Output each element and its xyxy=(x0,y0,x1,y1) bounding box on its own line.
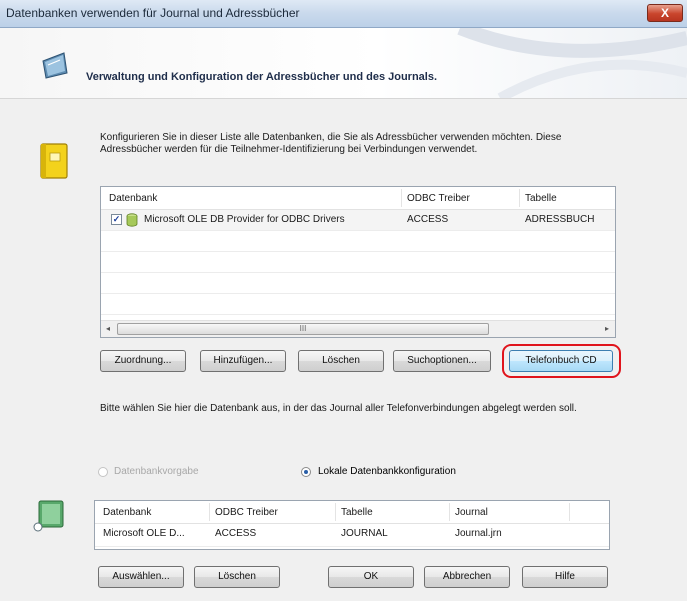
empty-row xyxy=(101,252,615,273)
scroll-right-icon[interactable]: ▸ xyxy=(605,324,609,333)
column-separator[interactable] xyxy=(449,503,450,521)
window-title: Datenbanken verwenden für Journal und Ad… xyxy=(6,6,300,20)
column-separator[interactable] xyxy=(569,503,570,521)
addressbook-list[interactable]: Datenbank ODBC Treiber Tabelle ✓ Microso… xyxy=(100,186,616,338)
database-icon xyxy=(126,213,138,227)
title-bar: Datenbanken verwenden für Journal und Ad… xyxy=(0,0,687,28)
row-checkbox[interactable]: ✓ xyxy=(111,214,122,225)
cell-tabelle: JOURNAL xyxy=(341,528,388,539)
book-icon xyxy=(40,143,68,179)
empty-row xyxy=(101,294,615,315)
radio-local-config[interactable] xyxy=(301,467,311,477)
close-icon: X xyxy=(660,6,669,20)
radio-database-default-label: Datenbankvorgabe xyxy=(114,466,199,477)
cell-journal: Journal.jrn xyxy=(455,528,502,539)
cell-datenbank: Microsoft OLE DB Provider for ODBC Drive… xyxy=(144,214,345,225)
select-button[interactable]: Auswählen... xyxy=(98,566,184,588)
close-button[interactable]: X xyxy=(647,4,683,22)
list-header: Datenbank ODBC Treiber Tabelle xyxy=(101,187,615,210)
radio-local-config-label: Lokale Datenbankkonfiguration xyxy=(318,466,456,477)
journal-table[interactable]: Datenbank ODBC Treiber Tabelle Journal M… xyxy=(94,500,610,550)
delete-button[interactable]: Löschen xyxy=(298,350,384,372)
column-header-datenbank[interactable]: Datenbank xyxy=(103,507,151,518)
grip-icon: III xyxy=(299,324,307,333)
table-row[interactable]: Microsoft OLE D... ACCESS JOURNAL Journa… xyxy=(95,524,609,547)
cancel-button[interactable]: Abbrechen xyxy=(424,566,510,588)
scroll-left-icon[interactable]: ◂ xyxy=(106,324,110,333)
column-header-treiber[interactable]: ODBC Treiber xyxy=(407,193,470,204)
highlight-annotation xyxy=(502,344,621,378)
radio-database-default[interactable] xyxy=(98,467,108,477)
column-separator[interactable] xyxy=(401,189,402,207)
help-button[interactable]: Hilfe xyxy=(522,566,608,588)
empty-row xyxy=(101,273,615,294)
addressbook-description: Konfigurieren Sie in dieser Liste alle D… xyxy=(100,132,562,155)
column-header-tabelle[interactable]: Tabelle xyxy=(525,193,557,204)
list-item[interactable]: ✓ Microsoft OLE DB Provider for ODBC Dri… xyxy=(101,210,615,231)
journal-header: Datenbank ODBC Treiber Tabelle Journal xyxy=(95,501,609,524)
cell-treiber: ACCESS xyxy=(407,214,449,225)
cell-datenbank: Microsoft OLE D... xyxy=(103,528,185,539)
column-header-treiber[interactable]: ODBC Treiber xyxy=(215,507,278,518)
cell-treiber: ACCESS xyxy=(215,528,257,539)
checkmark-icon: ✓ xyxy=(112,214,121,224)
journal-hint: Bitte wählen Sie hier die Datenbank aus,… xyxy=(100,403,577,414)
address-book-icon xyxy=(42,52,68,79)
add-button[interactable]: Hinzufügen... xyxy=(200,350,286,372)
column-separator[interactable] xyxy=(209,503,210,521)
column-header-tabelle[interactable]: Tabelle xyxy=(341,507,373,518)
column-header-journal[interactable]: Journal xyxy=(455,507,488,518)
search-options-button[interactable]: Suchoptionen... xyxy=(393,350,491,372)
horizontal-scrollbar[interactable]: ◂ III ▸ xyxy=(101,320,615,337)
cell-tabelle: ADRESSBUCH xyxy=(525,214,595,225)
ok-button[interactable]: OK xyxy=(328,566,414,588)
banner-decoration xyxy=(457,28,687,98)
banner-divider xyxy=(0,98,687,99)
column-separator[interactable] xyxy=(519,189,520,207)
column-separator[interactable] xyxy=(335,503,336,521)
dialog-window: Datenbanken verwenden für Journal und Ad… xyxy=(0,0,687,601)
banner-title: Verwaltung und Konfiguration der Adressb… xyxy=(86,71,438,83)
delete-journal-button[interactable]: Löschen xyxy=(194,566,280,588)
column-header-datenbank[interactable]: Datenbank xyxy=(109,193,157,204)
empty-row xyxy=(101,231,615,252)
zuordnung-button[interactable]: Zuordnung... xyxy=(100,350,186,372)
scrollbar-thumb[interactable]: III xyxy=(117,323,489,335)
database-icon xyxy=(33,500,64,532)
